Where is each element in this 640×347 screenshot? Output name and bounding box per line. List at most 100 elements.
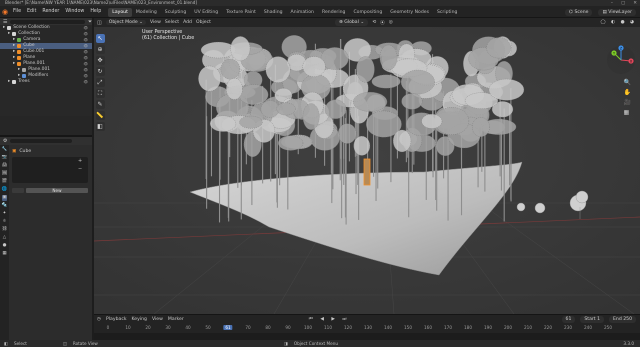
measure-tool-icon[interactable]: 📏 (95, 111, 105, 120)
tab-rendering[interactable]: Rendering (318, 8, 349, 17)
menu-edit[interactable]: Edit (24, 6, 39, 18)
menu-marker[interactable]: Marker (168, 317, 184, 322)
camera-view-icon[interactable]: 🎥 (624, 99, 631, 106)
remove-slot-button[interactable]: − (78, 166, 82, 172)
material-tab-icon[interactable]: ● (3, 243, 7, 249)
menu-view[interactable]: View (150, 20, 161, 25)
object-type-icon (17, 56, 22, 60)
expand-arrow-icon[interactable]: ▸ (3, 25, 5, 31)
tree-canopy (379, 44, 398, 71)
menu-playback[interactable]: Playback (106, 317, 127, 322)
start-value: 1 (597, 316, 601, 322)
outliner-editor-icon[interactable]: ☰ (3, 19, 7, 25)
add-slot-button[interactable]: + (78, 158, 82, 164)
material-browse-button[interactable] (12, 187, 24, 193)
properties-search-input[interactable] (10, 139, 72, 143)
move-tool-icon[interactable]: ✥ (95, 56, 105, 65)
object-type-icon (22, 68, 27, 72)
blender-logo-icon[interactable]: ◉ (0, 8, 10, 16)
physics-tab-icon[interactable]: ⚛ (3, 219, 7, 225)
pan-hand-icon[interactable]: ✋ (624, 89, 631, 96)
end-frame-field[interactable]: End 250 (609, 315, 636, 323)
frame-tick-label: 30 (165, 325, 171, 330)
close-button[interactable]: ✕ (633, 1, 637, 6)
playback-controls[interactable]: ⏮ ◀ ▶ ⏭ (309, 316, 350, 322)
editor-type-icon[interactable]: ◫ (97, 20, 102, 26)
expand-arrow-icon[interactable]: ▸ (8, 79, 10, 85)
maximize-button[interactable]: ▢ (621, 1, 625, 6)
transform-orientation[interactable]: ⊕ Global ⌄ (334, 19, 369, 26)
frame-tick-label: 250 (604, 325, 612, 330)
modifiers-tab-icon[interactable]: 🔩 (2, 203, 7, 209)
snap-icon[interactable]: ⦿ (380, 20, 385, 26)
object-tab-icon[interactable]: ▣ (2, 195, 7, 201)
menu-render[interactable]: Render (39, 6, 62, 18)
object-type-icon (17, 44, 22, 48)
tab-modeling[interactable]: Modeling (132, 8, 161, 17)
pivot-icon[interactable]: ⟲ (372, 20, 376, 25)
scale-tool-icon[interactable]: ⤢ (95, 78, 105, 87)
tab-shading[interactable]: Shading (260, 8, 287, 17)
zoom-icon[interactable]: 🔍 (624, 79, 631, 86)
output-tab-icon[interactable]: 🖨 (2, 163, 8, 169)
minimize-button[interactable]: – (611, 1, 613, 6)
menu-timeline-view[interactable]: View (152, 317, 163, 322)
select-tool-icon[interactable]: ↖ (95, 34, 105, 43)
expand-arrow-icon[interactable]: ▸ (13, 61, 15, 67)
tab-layout[interactable]: Layout (108, 7, 132, 17)
view-layer-selector[interactable]: ▤ ViewLayer (598, 8, 636, 16)
timeline-editor-icon[interactable]: ◷ (97, 317, 101, 322)
mode-selector[interactable]: Object Mode ⌄ (105, 20, 146, 25)
tree-canopy (302, 103, 320, 130)
menu-object[interactable]: Object (196, 20, 211, 25)
scene-selector[interactable]: ⌬ Scene (564, 8, 593, 16)
frame-ruler[interactable]: 0 10 20 30 40 50 61 70 80 90 100 110 120 130 140 150 160… (107, 325, 628, 332)
navigation-gizmo[interactable]: X Y Z (606, 45, 636, 75)
outliner-search-input[interactable] (10, 19, 85, 24)
expand-arrow-icon[interactable]: ▸ (8, 31, 10, 37)
3d-viewport[interactable]: ↖ ⊕ ✥ ↻ ⤢ ⛶ ✎ 📏 ◧ User Perspective (61) … (94, 27, 640, 314)
tree-canopy (239, 115, 263, 129)
data-tab-icon[interactable]: △ (3, 235, 6, 241)
view-controls: 🔍 ✋ 🎥 ▦ (624, 79, 631, 116)
menu-add[interactable]: Add (183, 20, 192, 25)
scene-tab-icon[interactable]: 🎬 (2, 179, 7, 185)
proportional-icon[interactable]: ◎ (389, 20, 393, 25)
tab-texture-paint[interactable]: Texture Paint (222, 8, 260, 17)
menu-keying[interactable]: Keying (132, 317, 147, 322)
start-frame-field[interactable]: Start 1 (580, 315, 605, 323)
menu-window[interactable]: Window (62, 6, 87, 18)
transform-tool-icon[interactable]: ⛶ (95, 89, 105, 98)
properties-editor-icon[interactable]: ⚙ (3, 138, 7, 144)
annotate-tool-icon[interactable]: ✎ (95, 100, 105, 109)
constraints-tab-icon[interactable]: ⛓ (2, 227, 8, 233)
tab-animation[interactable]: Animation (287, 8, 318, 17)
new-material-button[interactable]: New (26, 187, 88, 193)
tool-tab-icon[interactable]: 🔧 (2, 147, 7, 153)
tab-uv-editing[interactable]: UV Editing (190, 8, 222, 17)
menu-file[interactable]: File (10, 6, 24, 18)
texture-tab-icon[interactable]: ▦ (2, 251, 6, 257)
world-tab-icon[interactable]: 🌐 (2, 187, 7, 193)
add-cube-tool-icon[interactable]: ◧ (95, 122, 105, 131)
view-tab-icon[interactable]: 🖼 (2, 171, 8, 177)
tab-sculpting[interactable]: Sculpting (161, 8, 190, 17)
tab-compositing[interactable]: Compositing (349, 8, 386, 17)
filter-icon[interactable]: ⏷ (88, 19, 92, 25)
current-frame-field[interactable]: 61 (561, 315, 576, 323)
tab-geometry-nodes[interactable]: Geometry Nodes (386, 8, 433, 17)
frame-tick-label: 160 (424, 325, 432, 330)
cursor-tool-icon[interactable]: ⊕ (95, 45, 105, 54)
outliner-item[interactable]: ▸ Trees 👁 (0, 79, 92, 85)
particles-tab-icon[interactable]: ✦ (3, 211, 7, 217)
material-slots-list[interactable] (12, 157, 88, 183)
menu-select[interactable]: Select (165, 20, 179, 25)
render-tab-icon[interactable]: 📷 (2, 155, 7, 161)
visibility-eye-icon[interactable]: 👁 (83, 79, 88, 85)
outliner-item-label: Trees (18, 79, 30, 84)
rotate-tool-icon[interactable]: ↻ (95, 67, 105, 76)
menu-help[interactable]: Help (87, 6, 104, 18)
tab-scripting[interactable]: Scripting (433, 8, 461, 17)
shading-buttons[interactable]: ◯ ◐ ● ◕ (600, 20, 636, 25)
perspective-toggle-icon[interactable]: ▦ (624, 109, 631, 116)
